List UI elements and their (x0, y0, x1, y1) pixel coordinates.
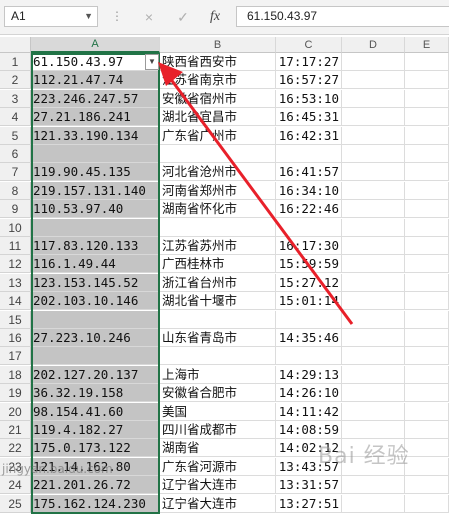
arrow-head (158, 62, 183, 86)
cell-location[interactable]: 辽宁省大连市 (160, 494, 276, 513)
row-header[interactable]: 25 (0, 494, 31, 513)
cell-empty[interactable] (342, 494, 405, 513)
arrow-shaft (168, 77, 354, 325)
annotation-arrow (158, 62, 354, 325)
watermark-url: jingyan.baidu.com (2, 462, 113, 476)
cell-empty[interactable] (405, 494, 449, 513)
cell-ip[interactable]: 175.162.124.230 (31, 494, 160, 513)
cell-time[interactable]: 13:27:51 (276, 494, 342, 513)
watermark-logo: Bai 经验 (318, 444, 410, 469)
